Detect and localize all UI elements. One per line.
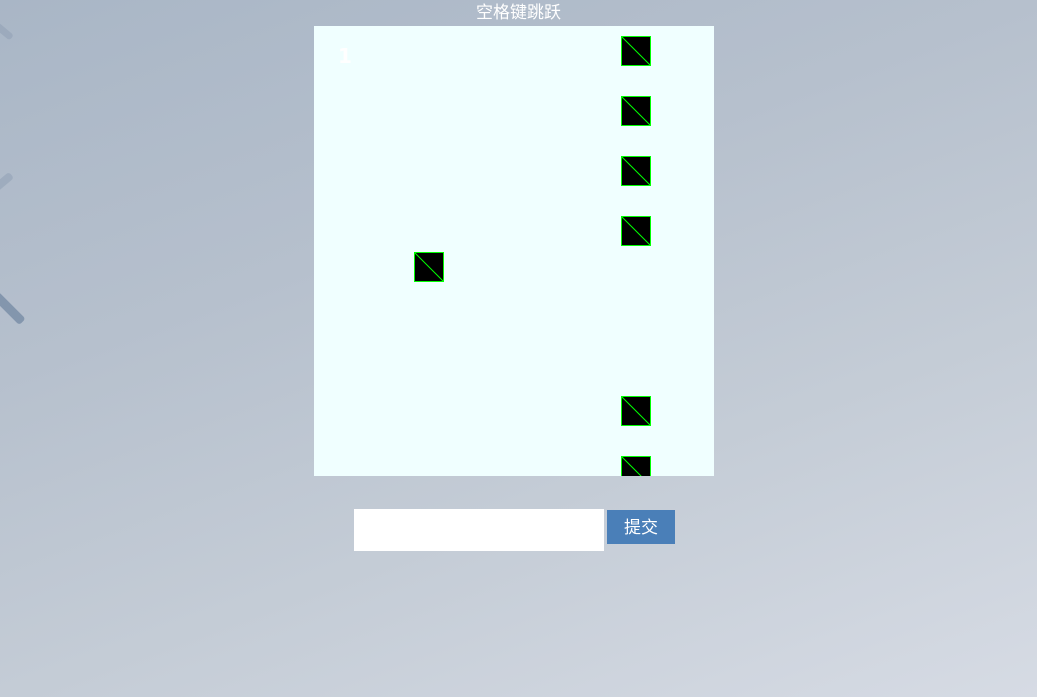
obstacle-block bbox=[621, 396, 651, 426]
obstacle-block bbox=[621, 96, 651, 126]
game-board[interactable]: 1 bbox=[314, 26, 714, 476]
obstacle-block bbox=[621, 456, 651, 476]
player-block bbox=[414, 252, 444, 282]
obstacle-block bbox=[621, 36, 651, 66]
page-title: 空格键跳跃 bbox=[476, 3, 561, 23]
background-decoration bbox=[0, 291, 26, 326]
score-counter: 1 bbox=[338, 44, 352, 68]
submit-button[interactable]: 提交 bbox=[607, 510, 675, 544]
answer-input[interactable] bbox=[354, 509, 604, 551]
background-decoration bbox=[0, 171, 14, 193]
submit-form: 提交 bbox=[354, 509, 675, 551]
obstacle-block bbox=[621, 156, 651, 186]
obstacle-block bbox=[621, 216, 651, 246]
background-decoration bbox=[0, 22, 14, 41]
